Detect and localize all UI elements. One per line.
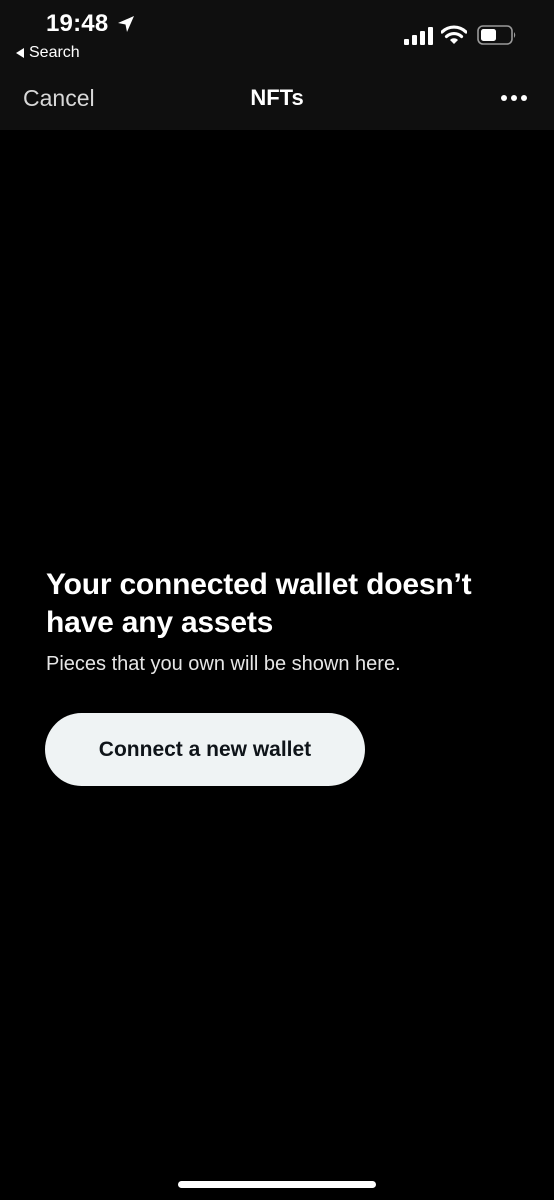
home-indicator[interactable]	[178, 1181, 376, 1188]
status-time: 19:48	[46, 10, 109, 37]
location-arrow-icon	[118, 16, 134, 32]
connect-new-wallet-label: Connect a new wallet	[98, 737, 312, 761]
cellular-signal-icon	[404, 27, 433, 45]
wifi-icon	[441, 25, 467, 44]
back-search-label: Search	[29, 44, 80, 61]
back-triangle-icon	[16, 48, 24, 58]
connect-new-wallet-button[interactable]: Connect a new wallet	[45, 713, 365, 786]
more-horizontal-icon[interactable]	[500, 90, 528, 106]
back-to-search-link[interactable]: Search	[16, 44, 80, 62]
battery-icon	[477, 25, 516, 45]
empty-state-title: Your connected wallet doesn’t have any a…	[46, 568, 472, 639]
page-title: NFTs	[250, 85, 304, 110]
empty-state-subtitle: Pieces that you own will be shown here.	[46, 653, 401, 675]
